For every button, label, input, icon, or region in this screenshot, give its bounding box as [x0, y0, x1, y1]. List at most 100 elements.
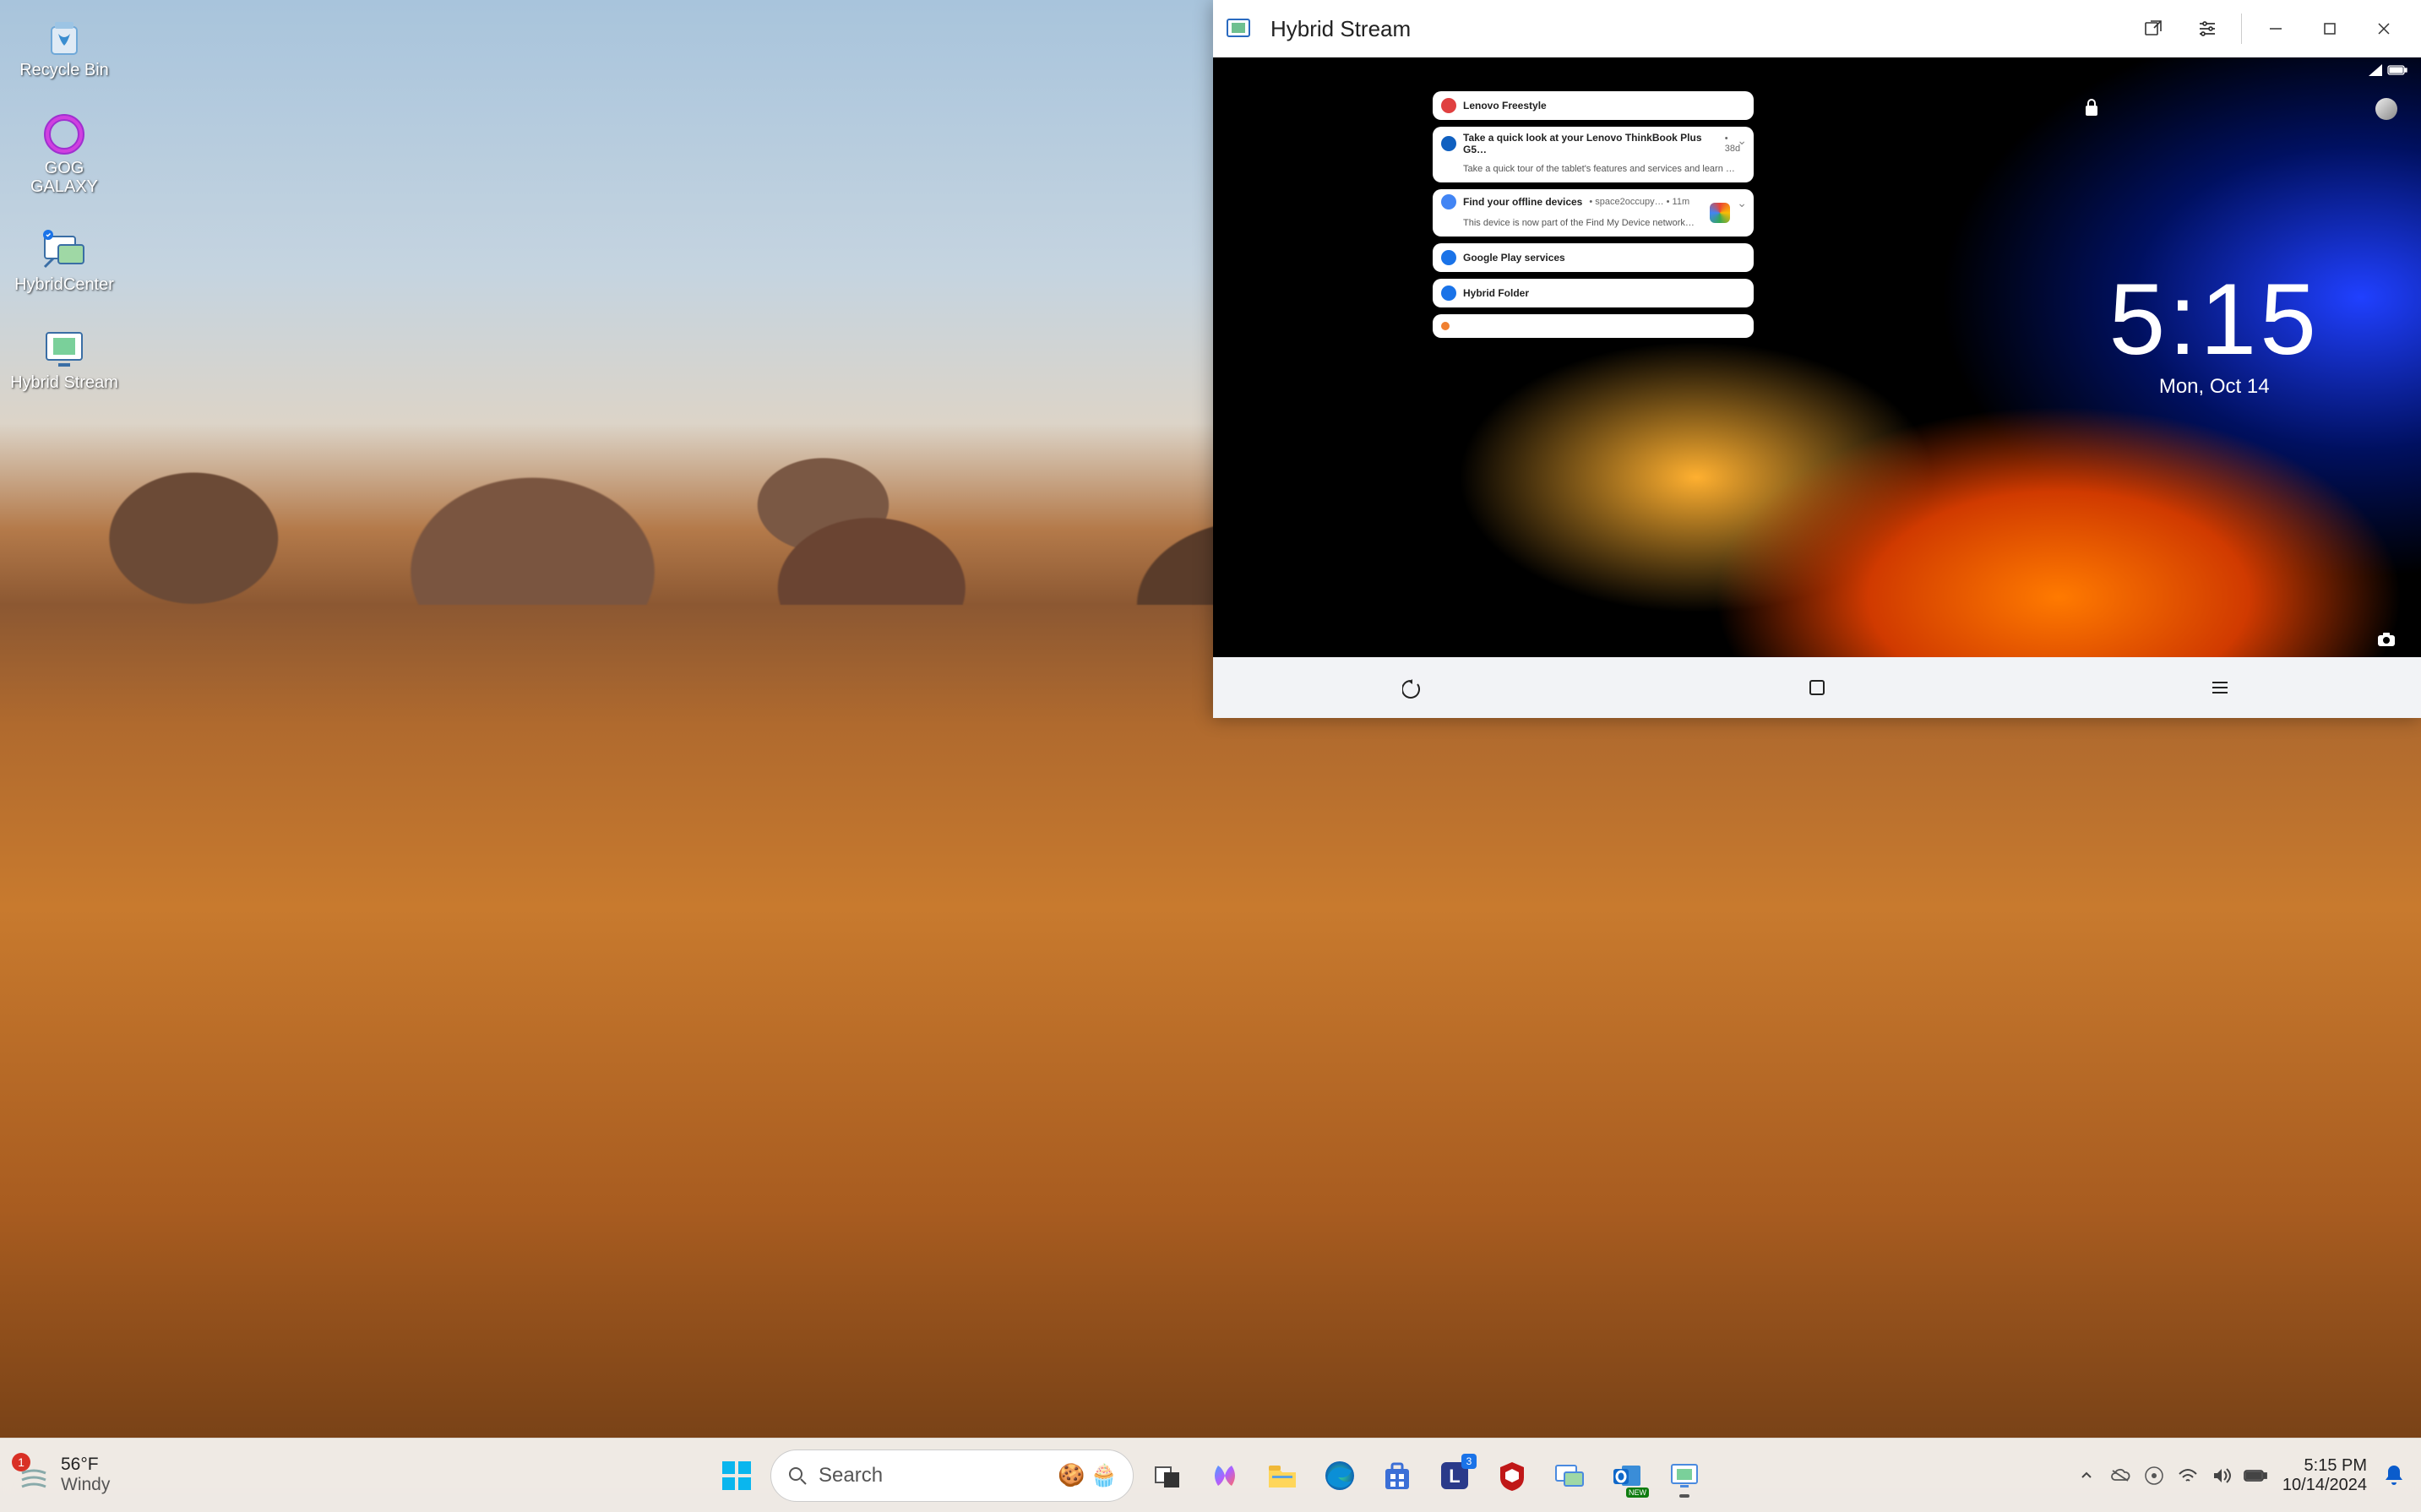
taskbar-mcafee[interactable]	[1488, 1452, 1536, 1499]
notification-app-icon	[1441, 98, 1456, 113]
android-nav-bar	[1213, 657, 2421, 718]
desktop-icon-recycle-bin[interactable]: Recycle Bin	[5, 10, 123, 83]
notification-title: Take a quick look at your Lenovo ThinkBo…	[1463, 132, 1718, 155]
hybrid-stream-window: Hybrid Stream 5:15 Mon, Oct	[1213, 0, 2421, 718]
notification-thinkbook[interactable]: Take a quick look at your Lenovo ThinkBo…	[1433, 127, 1754, 182]
android-notifications: Lenovo Freestyle Take a quick look at yo…	[1433, 91, 1754, 338]
taskbar-file-explorer[interactable]	[1259, 1452, 1306, 1499]
taskbar-datetime[interactable]: 5:15 PM 10/14/2024	[2274, 1456, 2375, 1495]
notification-collapsed[interactable]	[1433, 314, 1754, 338]
android-status-bar	[2369, 64, 2407, 76]
svg-text:L: L	[1449, 1466, 1460, 1487]
desktop-icon-label: Recycle Bin	[19, 61, 109, 79]
hybrid-stream-icon	[41, 326, 87, 372]
window-minimize-button[interactable]	[2249, 5, 2303, 52]
taskbar-center: Search 🍪 🧁 L3 NEW	[713, 1449, 1708, 1502]
badge-icon: 3	[1461, 1454, 1477, 1469]
desktop-icon-label: GOG GALAXY	[8, 159, 120, 196]
notification-lenovo-freestyle[interactable]: Lenovo Freestyle	[1433, 91, 1754, 120]
desktop-icons: Recycle Bin GOG GALAXY HybridCenter Hybr…	[5, 10, 123, 395]
taskbar-hybrid-center[interactable]	[1546, 1452, 1593, 1499]
notification-app-icon	[1441, 322, 1450, 330]
weather-icon: 1	[17, 1458, 51, 1492]
ms-store-icon	[1380, 1459, 1414, 1493]
tray-overflow-button[interactable]	[2071, 1460, 2102, 1491]
notification-title: Hybrid Folder	[1463, 287, 1529, 299]
taskbar-search[interactable]: Search 🍪 🧁	[770, 1449, 1134, 1502]
taskbar-ms-store[interactable]	[1374, 1452, 1421, 1499]
notification-find-device[interactable]: Find your offline devices • space2occupy…	[1433, 189, 1754, 237]
android-user-avatar[interactable]	[2375, 98, 2397, 120]
lock-icon[interactable]	[2083, 98, 2100, 117]
hybrid-center-icon	[1553, 1459, 1586, 1493]
notification-hybrid-folder[interactable]: Hybrid Folder	[1433, 279, 1754, 307]
taskbar-weather[interactable]: 1 56°F Windy	[0, 1455, 127, 1494]
notification-play-services[interactable]: Google Play services	[1433, 243, 1754, 272]
taskbar-tray: 5:15 PM 10/14/2024	[2071, 1456, 2421, 1495]
taskbar-lenovo[interactable]: L3	[1431, 1452, 1478, 1499]
edge-icon	[1323, 1459, 1357, 1493]
window-settings-button[interactable]	[2180, 5, 2234, 52]
desktop-icon-gog-galaxy[interactable]: GOG GALAXY	[5, 108, 123, 199]
camera-icon[interactable]	[2377, 632, 2396, 647]
battery-icon	[2387, 65, 2407, 75]
android-time: 5:15	[2108, 269, 2320, 370]
hybrid-stream-icon	[1667, 1459, 1701, 1493]
notification-body: Take a quick tour of the tablet's featur…	[1463, 164, 1745, 174]
android-recents-button[interactable]	[2186, 671, 2254, 704]
copilot-icon	[1208, 1459, 1242, 1493]
taskbar-edge[interactable]	[1316, 1452, 1363, 1499]
window-title: Hybrid Stream	[1270, 16, 1411, 42]
task-view-icon	[1151, 1459, 1184, 1493]
weather-temp: 56°F	[61, 1455, 110, 1474]
android-home-button[interactable]	[1783, 671, 1851, 704]
volume-icon[interactable]	[2206, 1460, 2237, 1491]
android-screen[interactable]: 5:15 Mon, Oct 14 Lenovo Freestyle Take a…	[1213, 57, 2421, 657]
recycle-bin-icon	[41, 14, 87, 59]
notifications-button[interactable]	[2379, 1464, 2409, 1488]
taskbar-outlook[interactable]: NEW	[1603, 1452, 1651, 1499]
window-popout-button[interactable]	[2126, 5, 2180, 52]
chevron-down-icon[interactable]: ⌄	[1737, 196, 1747, 210]
window-titlebar[interactable]: Hybrid Stream	[1213, 0, 2421, 57]
notification-app-icon	[1441, 250, 1456, 265]
desktop-icon-hybrid-stream[interactable]: Hybrid Stream	[5, 323, 123, 395]
notification-title: Find your offline devices	[1463, 196, 1582, 208]
taskbar-hybrid-stream[interactable]	[1661, 1452, 1708, 1499]
notification-title: Lenovo Freestyle	[1463, 100, 1547, 111]
onedrive-icon[interactable]	[2105, 1460, 2135, 1491]
taskbar-task-view[interactable]	[1144, 1452, 1191, 1499]
notification-app-icon	[1441, 136, 1456, 151]
taskbar-copilot[interactable]	[1201, 1452, 1249, 1499]
taskbar-date: 10/14/2024	[2282, 1476, 2367, 1495]
desktop-icon-hybrid-center[interactable]: HybridCenter	[5, 225, 123, 297]
file-explorer-icon	[1265, 1459, 1299, 1493]
window-maximize-button[interactable]	[2303, 5, 2357, 52]
taskbar-time: 5:15 PM	[2282, 1456, 2367, 1476]
signal-icon	[2369, 64, 2382, 76]
gog-galaxy-icon	[41, 111, 87, 157]
desktop-icon-label: Hybrid Stream	[10, 373, 118, 392]
android-back-button[interactable]	[1380, 671, 1448, 704]
weather-condition: Windy	[61, 1475, 110, 1495]
notification-app-icon	[1441, 286, 1456, 301]
search-placeholder: Search	[819, 1464, 1047, 1488]
window-app-icon	[1223, 14, 1254, 44]
android-date: Mon, Oct 14	[2108, 375, 2320, 399]
titlebar-separator	[2241, 14, 2242, 44]
android-lock-clock: 5:15 Mon, Oct 14	[2108, 269, 2320, 399]
chevron-down-icon[interactable]: ⌄	[1737, 133, 1747, 148]
window-close-button[interactable]	[2357, 5, 2411, 52]
mcafee-icon	[1495, 1459, 1529, 1493]
taskbar: 1 56°F Windy Search 🍪 🧁 L3 NEW	[0, 1438, 2421, 1512]
notification-meta: • space2occupy… • 11m	[1589, 197, 1689, 207]
start-button[interactable]	[713, 1452, 760, 1499]
notification-app-icon	[1441, 194, 1456, 209]
wifi-icon[interactable]	[2173, 1460, 2203, 1491]
notification-body: This device is now part of the Find My D…	[1463, 218, 1745, 228]
lenovo-tray-icon[interactable]	[2139, 1460, 2169, 1491]
battery-icon[interactable]	[2240, 1460, 2271, 1491]
search-icon	[786, 1465, 808, 1487]
search-emoji-icon: 🧁	[1091, 1462, 1118, 1488]
desktop-icon-label: HybridCenter	[14, 275, 114, 294]
